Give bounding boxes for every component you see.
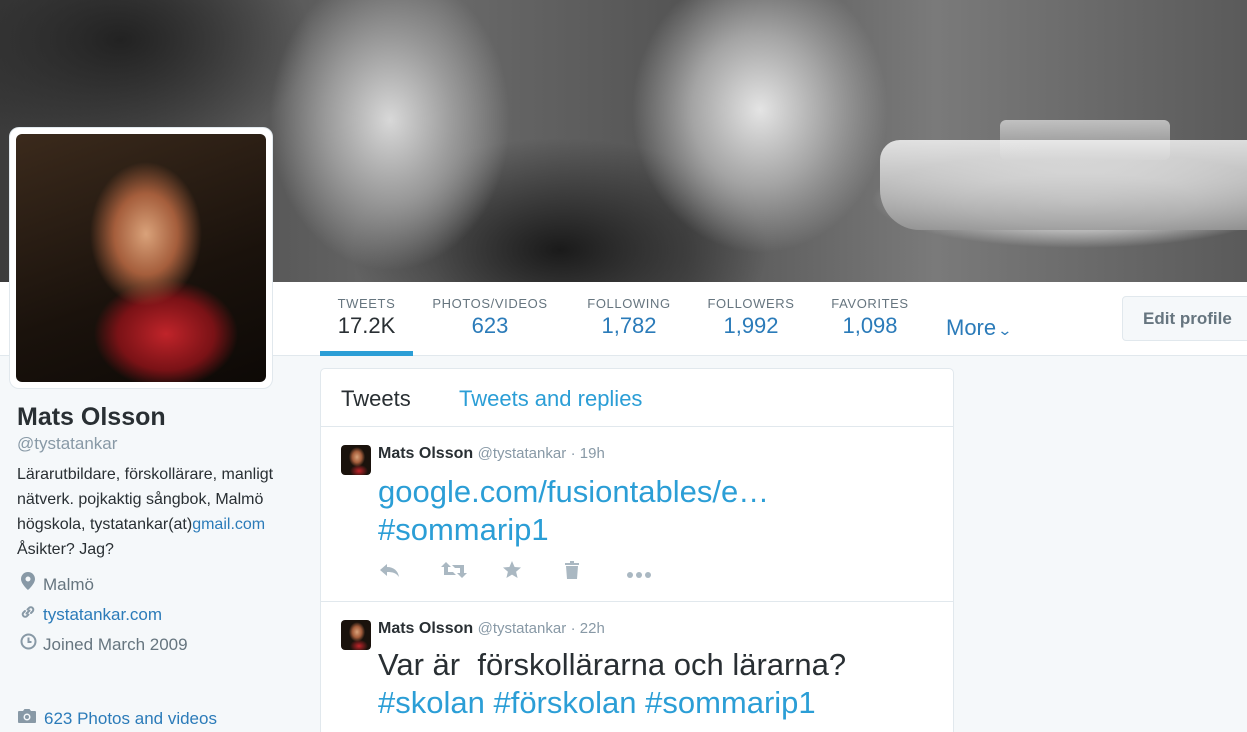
tweet-author-name[interactable]: Mats Olsson [378,620,473,637]
photos-videos-link[interactable]: 623 Photos and videos [17,708,217,729]
stat-value: 17.2K [337,313,396,338]
stat-value: 1,782 [601,313,657,338]
tweet-text-content: Var är förskollärarna och lärarna? [378,647,847,682]
tweet[interactable]: Mats Olsson @tystatankar · 22h Var är fö… [321,602,953,732]
profile-meta: Malmö tystatankar.com Joined March 2009 [17,570,307,660]
active-tab-indicator [320,351,413,356]
stat-label: TWEETS [337,296,396,311]
tweet-avatar[interactable] [341,620,371,650]
profile-name[interactable]: Mats Olsson [17,403,307,432]
photos-link-label: 623 Photos and videos [44,708,217,728]
stat-label: FOLLOWERS [707,296,795,311]
delete-icon[interactable] [565,561,627,585]
tab-tweets[interactable]: Tweets [341,386,411,412]
tweet-author-handle: @tystatankar [477,445,567,462]
profile-bio: Lärarutbildare, förskollärare, manligt n… [17,462,277,562]
bio-email-link[interactable]: gmail.com [192,516,265,533]
stat-photos-videos[interactable]: PHOTOS/VIDEOS 623 [430,296,550,339]
stat-label: PHOTOS/VIDEOS [432,296,548,311]
profile-card: Mats Olsson @tystatankar Lärarutbildare,… [17,403,307,660]
banner-detail [880,140,1247,230]
retweet-icon[interactable] [441,561,503,585]
stat-value: 1,098 [842,313,898,338]
tweet-avatar[interactable] [341,445,371,475]
clock-icon [17,630,39,660]
profile-avatar[interactable] [9,127,273,389]
stat-following[interactable]: FOLLOWING 1,782 [584,296,674,339]
tweet-author-handle: @tystatankar [477,620,567,637]
tweet-hashtag-link[interactable]: #sommarip1 [378,512,549,547]
more-options-icon[interactable] [627,561,689,585]
timeline-tabs: Tweets Tweets and replies [321,369,953,427]
stat-label: FAVORITES [831,296,909,311]
link-icon [17,600,39,630]
tweet-text: google.com/fusiontables/e… #sommarip1 [378,473,938,549]
profile-location: Malmö [17,570,307,600]
tweet-header: Mats Olsson @tystatankar · 19h [378,445,605,463]
stat-value: 623 [471,313,509,338]
joined-text: Joined March 2009 [43,635,188,654]
timeline: Tweets Tweets and replies Mats Olsson @t… [320,368,954,732]
map-pin-icon [17,570,39,600]
tweet-header: Mats Olsson @tystatankar · 22h [378,620,605,638]
more-label: More [946,315,997,340]
tweet-actions [379,561,689,585]
location-text: Malmö [43,575,95,594]
edit-profile-button[interactable]: Edit profile [1122,296,1247,341]
stat-tweets[interactable]: TWEETS 17.2K [320,296,413,339]
stat-value: 1,992 [723,313,779,338]
tab-tweets-and-replies[interactable]: Tweets and replies [459,386,642,412]
tweet-text: Var är förskollärarna och lärarna? #skol… [378,646,938,722]
bio-text-end: Åsikter? Jag? [17,541,114,558]
tweet-hashtag-link[interactable]: #skolan #förskolan #sommarip1 [378,685,816,720]
tweet-timestamp[interactable]: · 22h [571,620,605,637]
reply-icon[interactable] [379,561,441,585]
website-link[interactable]: tystatankar.com [43,600,162,630]
avatar-image [16,134,266,382]
more-dropdown[interactable]: More⌄ [946,315,1013,341]
favorite-icon[interactable] [503,561,565,585]
profile-joined: Joined March 2009 [17,630,307,660]
camera-icon [17,708,39,729]
tweet-url-link[interactable]: google.com/fusiontables/e… [378,474,769,509]
profile-handle[interactable]: @tystatankar [17,434,307,454]
tweet-timestamp[interactable]: · 19h [571,445,605,462]
tweet-author-name[interactable]: Mats Olsson [378,445,473,462]
stat-followers[interactable]: FOLLOWERS 1,992 [706,296,796,339]
tweet[interactable]: Mats Olsson @tystatankar · 19h google.co… [321,427,953,602]
stat-label: FOLLOWING [587,296,671,311]
stat-favorites[interactable]: FAVORITES 1,098 [830,296,910,339]
chevron-down-icon: ⌄ [997,322,1013,338]
profile-website: tystatankar.com [17,600,307,630]
